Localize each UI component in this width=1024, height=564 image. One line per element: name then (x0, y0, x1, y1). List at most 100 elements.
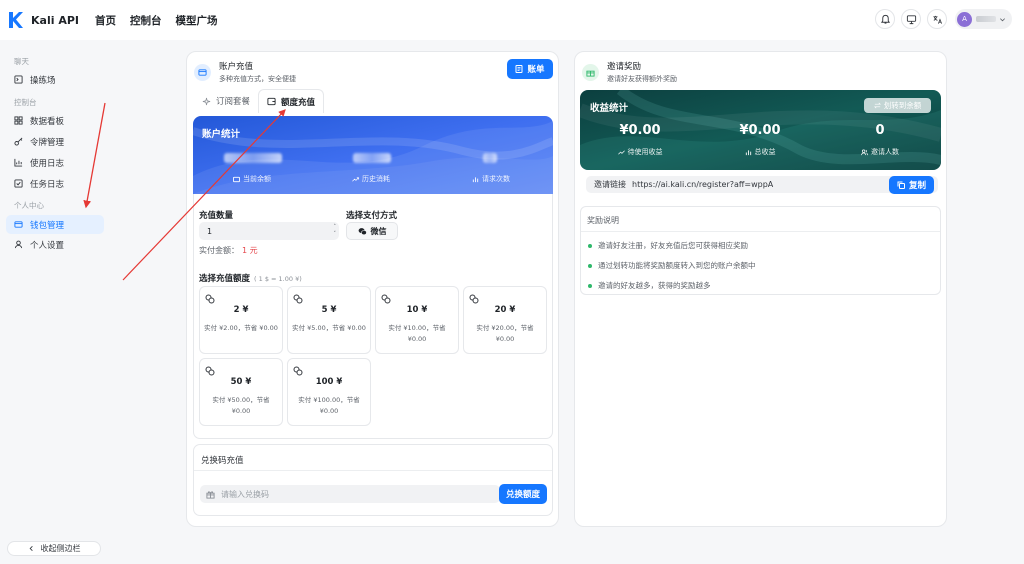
coins-icon (293, 294, 303, 304)
redeem-code-input[interactable]: 请输入兑换码 (200, 485, 500, 503)
chart-icon (14, 158, 23, 167)
nav-model-plaza[interactable]: 模型广场 (176, 13, 218, 28)
preset-value: 50 ¥ (230, 377, 252, 387)
monitor-icon (906, 14, 916, 24)
sidebar-item-usage-log[interactable]: 使用日志 (6, 153, 106, 172)
request-count-value-redacted (483, 153, 497, 163)
transfer-to-balance-button[interactable]: 划转到余额 (864, 98, 931, 113)
copy-icon (897, 181, 905, 189)
sidebar-item-tokens[interactable]: 令牌管理 (6, 132, 106, 151)
exchange-rate-note: ( 1 $ = 1.00 ¥) (254, 275, 302, 283)
earnings-banner: 收益统计 划转到余额 ¥0.00 ¥0.00 0 待使用收益 总收益 邀请人数 (580, 90, 941, 170)
nav-home[interactable]: 首页 (95, 13, 116, 28)
invite-link-field[interactable]: 邀请链接 https://ai.kali.cn/register?aff=wpp… (586, 176, 938, 193)
preset-value: 20 ¥ (494, 305, 516, 315)
request-count-label: 请求次数 (472, 174, 510, 184)
sidebar-item-task-log[interactable]: 任务日志 (6, 174, 106, 193)
receipt-icon (515, 65, 523, 73)
redeem-button[interactable]: 兑换额度 (499, 484, 547, 504)
sidebar-item-wallet[interactable]: 钱包管理 (6, 215, 104, 234)
top-actions: A (869, 9, 1012, 29)
wechat-pay-button[interactable]: 微信 (346, 222, 398, 240)
copy-link-button[interactable]: 复制 (889, 176, 934, 194)
preset-option-50[interactable]: 50 ¥ 实付 ¥50.00，节省 ¥0.00 (199, 358, 283, 426)
preset-option-100[interactable]: 100 ¥ 实付 ¥100.00，节省 ¥0.00 (287, 358, 371, 426)
chevron-down-icon (1000, 17, 1005, 21)
amount-input[interactable]: 1 ˄ ˅ (199, 222, 339, 240)
invite-subtitle: 邀请好友获得额外奖励 (607, 75, 677, 83)
collapse-label: 收起侧边栏 (40, 544, 81, 553)
coins-icon (205, 294, 215, 304)
coins-icon (381, 294, 391, 304)
bill-button[interactable]: 账单 (507, 59, 553, 79)
redeem-divider (194, 470, 552, 471)
preset-value: 10 ¥ (406, 305, 428, 315)
sidebar-item-label: 任务日志 (30, 179, 65, 190)
tab-label: 订阅套餐 (216, 97, 251, 107)
recharge-subtitle: 多种充值方式，安全便捷 (219, 75, 296, 83)
invite-count-label: 邀请人数 (820, 147, 940, 157)
recharge-header-icon (194, 63, 211, 81)
earnings-title: 收益统计 (590, 103, 629, 114)
nav-console[interactable]: 控制台 (130, 13, 162, 28)
logo[interactable]: Kali API (8, 11, 79, 29)
preset-desc: 实付 ¥10.00，节省 ¥0.00 (388, 324, 446, 343)
sidebar-item-playground[interactable]: 操练场 (6, 70, 106, 89)
invite-header: 邀请奖励 邀请好友获得额外奖励 (575, 52, 946, 84)
display-button[interactable] (901, 9, 921, 29)
tab-label: 额度充值 (281, 97, 316, 108)
rule-bullet (588, 283, 592, 288)
preset-value: 5 ¥ (321, 305, 337, 315)
redeem-button-label: 兑换额度 (505, 490, 540, 500)
notification-button[interactable] (875, 9, 895, 29)
history-usage-value-redacted (353, 153, 391, 163)
gift-icon (206, 490, 215, 499)
invite-link-url[interactable]: https://ai.kali.cn/register?aff=wppA (632, 180, 773, 189)
preset-option-5[interactable]: 5 ¥ 实付 ¥5.00，节省 ¥0.00 (287, 286, 371, 354)
preset-value: 100 ¥ (315, 377, 343, 387)
avatar: A (957, 11, 972, 27)
preset-option-20[interactable]: 20 ¥ 实付 ¥20.00，节省 ¥0.00 (463, 286, 547, 354)
sidebar-group-console: 控制台 (14, 98, 37, 107)
preset-option-2[interactable]: 2 ¥ 实付 ¥2.00，节省 ¥0.00 (199, 286, 283, 354)
sidebar-item-label: 操练场 (30, 75, 56, 86)
reward-rules: 奖励说明 邀请好友注册，好友充值后您可获得相应奖励 通过划转功能将奖励额度转入到… (580, 206, 941, 295)
kali-logo-icon (9, 12, 23, 28)
language-button[interactable] (927, 9, 947, 29)
users-icon (861, 149, 868, 155)
sidebar-item-settings[interactable]: 个人设置 (6, 235, 106, 254)
sidebar-group-chat: 聊天 (14, 57, 29, 66)
copy-label: 复制 (908, 181, 926, 191)
account-stats-title: 账户统计 (202, 129, 241, 140)
rule-item: 邀请的好友越多，获得的奖励越多 (588, 280, 711, 291)
sidebar-item-dashboard[interactable]: 数据看板 (6, 111, 106, 130)
preset-option-10[interactable]: 10 ¥ 实付 ¥10.00，节省 ¥0.00 (375, 286, 459, 354)
wallet-icon (233, 176, 240, 182)
tab-quota-recharge[interactable]: 额度充值 (258, 89, 325, 113)
amount-stepper[interactable]: ˄ ˅ (334, 224, 337, 238)
bill-label: 账单 (527, 65, 545, 75)
recharge-header: 账户充值 多种充值方式，安全便捷 (187, 52, 558, 84)
chevron-left-icon (29, 546, 33, 551)
user-menu[interactable]: A (955, 9, 1012, 29)
recharge-title: 账户充值 (219, 62, 254, 72)
translate-icon (932, 15, 942, 24)
account-stats-banner: 账户统计 当前余额 历史消耗 请求次数 (193, 116, 553, 194)
rules-divider (581, 231, 940, 232)
invite-link-label: 邀请链接 (594, 180, 626, 189)
preset-desc: 实付 ¥100.00，节省 ¥0.00 (298, 396, 360, 415)
pending-earnings-label: 待使用收益 (580, 147, 700, 157)
sidebar-item-label: 个人设置 (30, 240, 65, 251)
tab-subscription[interactable]: 订阅套餐 (194, 89, 258, 113)
actual-payment-label: 实付金额： (199, 246, 239, 255)
preset-desc: 实付 ¥50.00，节省 ¥0.00 (212, 396, 270, 415)
amount-label: 充值数量 (199, 211, 234, 221)
app-name: Kali API (31, 13, 79, 27)
main-nav: 首页 控制台 模型广场 (95, 13, 232, 28)
sidebar-group-personal: 个人中心 (14, 201, 44, 210)
collapse-sidebar-button[interactable]: 收起侧边栏 (7, 541, 101, 556)
sparkle-icon (202, 97, 211, 105)
credit-card-icon (198, 68, 207, 76)
task-icon (14, 179, 23, 188)
actual-payment: 实付金额： 1 元 (199, 245, 258, 256)
